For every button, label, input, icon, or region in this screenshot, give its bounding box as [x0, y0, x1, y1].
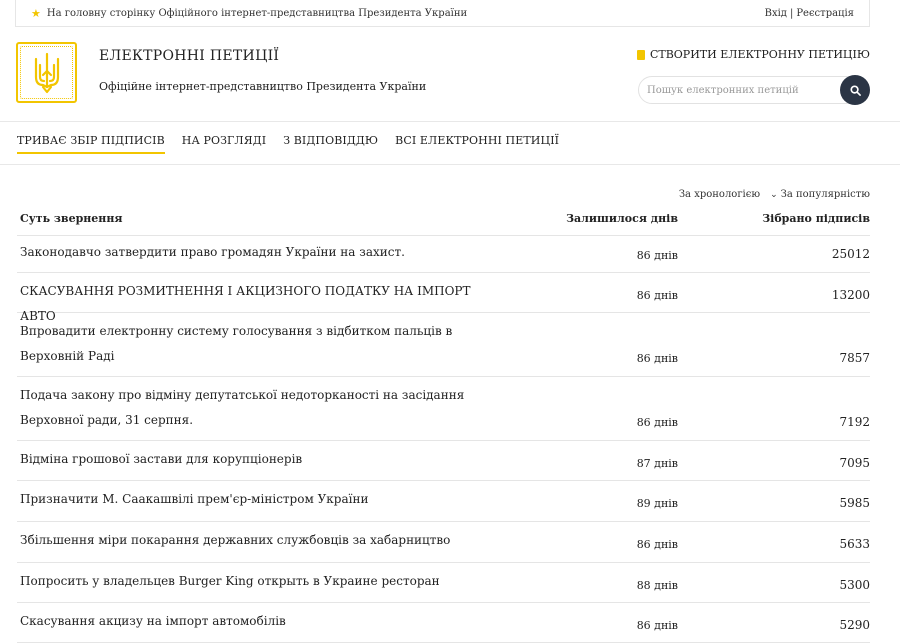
- home-link[interactable]: ★ На головну сторінку Офіційного інтерне…: [31, 8, 467, 19]
- search-icon: [849, 84, 861, 96]
- table-header: Суть звернення Залишилося днів Зібрано п…: [17, 205, 870, 236]
- petitions-table: Суть звернення Залишилося днів Зібрано п…: [17, 205, 870, 643]
- days-left: 86 днів: [636, 538, 678, 551]
- table-row: Законодавчо затвердити право громадян Ук…: [17, 236, 870, 273]
- table-row: Призначити М. Саакашвілі прем'єр-міністр…: [17, 481, 870, 522]
- tab-collecting[interactable]: ТРИВАЄ ЗБІР ПІДПИСІВ: [17, 134, 165, 154]
- tabs-divider: [0, 164, 900, 165]
- petition-title[interactable]: Скасування акцизу на імпорт автомобілів: [20, 609, 480, 634]
- petition-title[interactable]: Збільшення міри покарання державних служ…: [20, 528, 480, 553]
- days-left: 87 днів: [636, 457, 678, 470]
- table-row: СКАСУВАННЯ РОЗМИТНЕННЯ І АКЦИЗНОГО ПОДАТ…: [17, 273, 870, 323]
- search-button[interactable]: [840, 75, 870, 105]
- document-icon: [636, 49, 645, 60]
- chevron-down-icon: ⌄: [770, 190, 778, 200]
- petition-title[interactable]: Призначити М. Саакашвілі прем'єр-міністр…: [20, 487, 480, 512]
- top-bar: ★ На головну сторінку Офіційного інтерне…: [15, 0, 870, 27]
- table-row: Подача закону про відміну депутатської н…: [17, 377, 870, 441]
- petition-title[interactable]: Законодавчо затвердити право громадян Ук…: [20, 240, 480, 265]
- petition-title[interactable]: Подача закону про відміну депутатської н…: [20, 383, 480, 433]
- table-row: Відміна грошової застави для корупціонер…: [17, 441, 870, 481]
- signature-count: 5985: [839, 496, 870, 510]
- days-left: 86 днів: [636, 619, 678, 632]
- signature-count: 5633: [839, 537, 870, 551]
- petition-title[interactable]: Попросить у владельцев Burger King откры…: [20, 569, 480, 594]
- trident-emblem-icon: [34, 52, 59, 93]
- days-left: 89 днів: [636, 497, 678, 510]
- logo[interactable]: [16, 42, 77, 103]
- signature-count: 7192: [839, 415, 870, 429]
- table-row: Впровадити електронну систему голосуванн…: [17, 313, 870, 377]
- tab-under-review[interactable]: НА РОЗГЛЯДІ: [182, 134, 266, 154]
- signature-count: 7857: [839, 351, 870, 365]
- search-input[interactable]: [638, 76, 870, 104]
- days-left: 86 днів: [636, 249, 678, 262]
- site-title[interactable]: ЕЛЕКТРОННІ ПЕТИЦІЇ: [99, 48, 279, 64]
- star-icon: ★: [31, 7, 41, 20]
- register-link[interactable]: Реєстрація: [796, 8, 854, 19]
- header-signatures: Зібрано підписів: [762, 212, 870, 225]
- signature-count: 13200: [831, 288, 870, 302]
- tab-answered[interactable]: З ВІДПОВІДДЮ: [283, 134, 378, 154]
- petition-title[interactable]: Впровадити електронну систему голосуванн…: [20, 319, 480, 369]
- tab-bar: ТРИВАЄ ЗБІР ПІДПИСІВ НА РОЗГЛЯДІ З ВІДПО…: [17, 134, 559, 154]
- search-form: [638, 75, 870, 105]
- sort-popularity[interactable]: ⌄ За популярністю: [770, 189, 870, 200]
- days-left: 86 днів: [636, 289, 678, 302]
- sort-popularity-label: За популярністю: [780, 189, 870, 200]
- days-left: 86 днів: [636, 352, 678, 365]
- auth-links: Вхід | Реєстрація: [765, 8, 854, 19]
- create-petition-label: СТВОРИТИ ЕЛЕКТРОННУ ПЕТИЦІЮ: [649, 48, 870, 61]
- create-petition-button[interactable]: СТВОРИТИ ЕЛЕКТРОННУ ПЕТИЦІЮ: [636, 48, 870, 61]
- site-subtitle: Офіційне інтернет-представництво Президе…: [99, 80, 427, 93]
- auth-separator: |: [789, 8, 794, 19]
- header-divider: [0, 121, 900, 122]
- signature-count: 5300: [839, 578, 870, 592]
- home-link-label: На головну сторінку Офіційного інтернет-…: [46, 8, 468, 19]
- table-row: Збільшення міри покарання державних служ…: [17, 522, 870, 563]
- signature-count: 25012: [831, 247, 870, 261]
- sort-controls: За хронологією ⌄ За популярністю: [679, 189, 870, 200]
- table-row: Попросить у владельцев Burger King откры…: [17, 563, 870, 603]
- signature-count: 5290: [839, 618, 870, 632]
- header-title: Суть звернення: [20, 212, 123, 225]
- table-row: Скасування акцизу на імпорт автомобілів …: [17, 603, 870, 643]
- sort-chronology[interactable]: За хронологією: [679, 189, 760, 200]
- header-days: Залишилося днів: [566, 212, 678, 225]
- tab-all[interactable]: ВСІ ЕЛЕКТРОННІ ПЕТИЦІЇ: [395, 134, 559, 154]
- login-link[interactable]: Вхід: [765, 8, 787, 19]
- petition-title[interactable]: Відміна грошової застави для корупціонер…: [20, 447, 480, 472]
- days-left: 88 днів: [636, 579, 678, 592]
- signature-count: 7095: [839, 456, 870, 470]
- days-left: 86 днів: [636, 416, 678, 429]
